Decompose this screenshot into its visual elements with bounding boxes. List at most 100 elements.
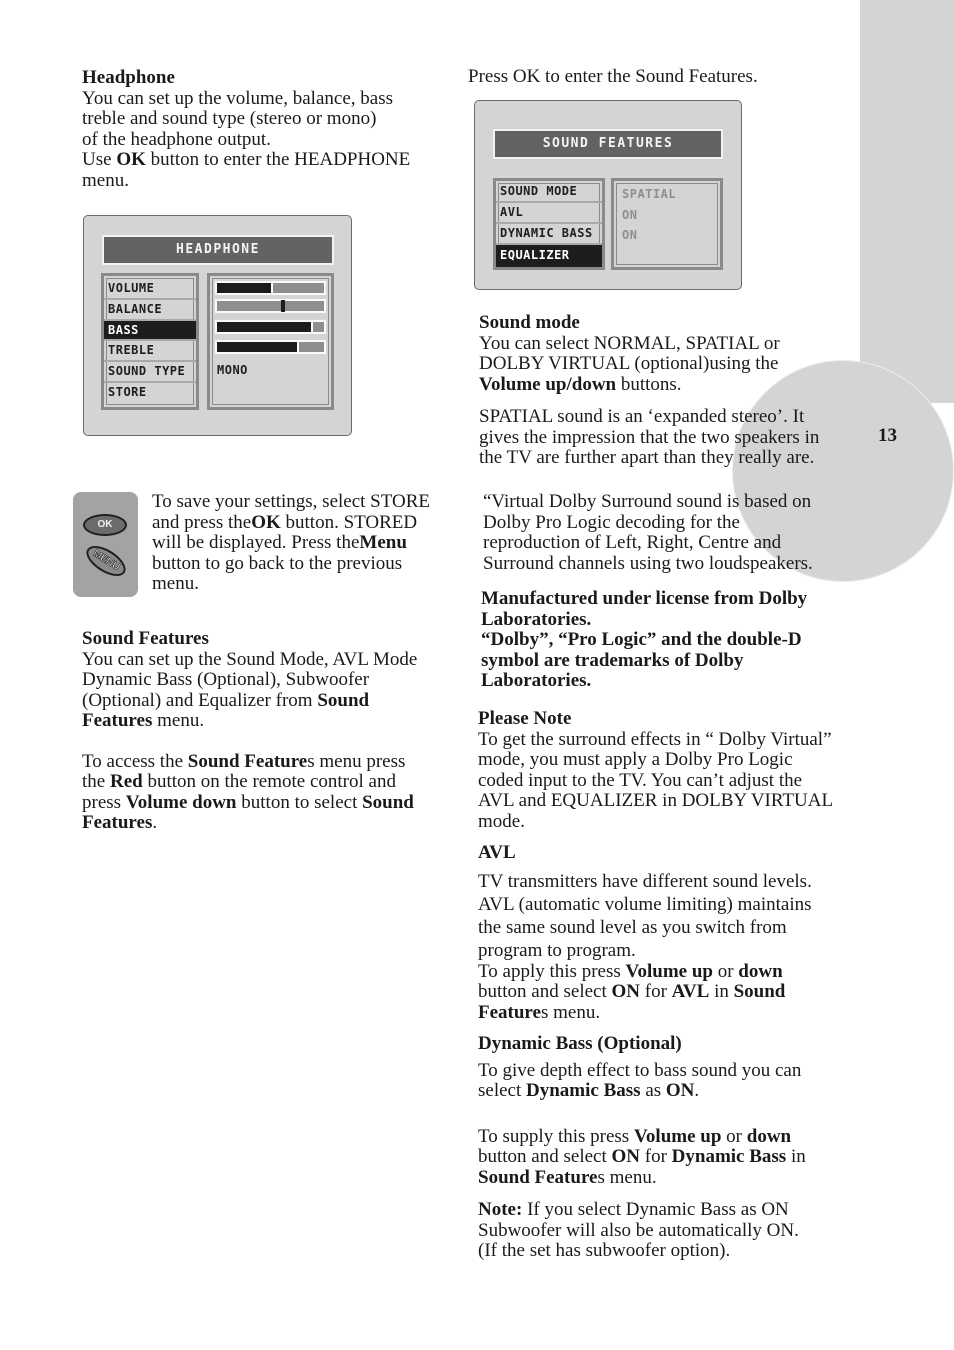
text-line: Note: If you select Dynamic Bass as ON [478, 1199, 806, 1221]
text: (Optional) and Equalizer from [82, 689, 318, 711]
headphone-line: treble and sound type (stereo or mono) [82, 108, 377, 129]
headphone-menu-values: MONO [207, 273, 334, 410]
menu-item-bass[interactable]: BASS [104, 321, 196, 341]
bass-level-bar[interactable] [215, 320, 326, 334]
dynamic-bass-section: Dynamic Bass (Optional) To give depth ef… [478, 1033, 806, 1262]
sound-features-heading: Sound Features [82, 628, 209, 649]
bold-text: Dynamic Bass [671, 1146, 787, 1167]
text: for [640, 1146, 672, 1167]
menu-item-volume[interactable]: VOLUME [104, 279, 196, 300]
text-line: Surround channels using two loudspeakers… [483, 552, 813, 574]
balance-marker [281, 300, 286, 312]
text-line: button and select ON for Dynamic Bass in [478, 1146, 806, 1168]
text: button to enter the HEADPHONE [145, 149, 411, 170]
menu-item-balance[interactable]: BALANCE [104, 300, 196, 321]
text-line: Manufactured under license from Dolby [481, 588, 808, 609]
text-line: mode. [478, 810, 525, 832]
text-line: DOLBY VIRTUAL (optional)using the [479, 353, 779, 374]
text-line: Features. [82, 812, 417, 834]
text-line: press Volume down button to select Sound [82, 791, 417, 814]
sound-type-value: MONO [217, 363, 248, 377]
sound-mode-section: Sound mode You can select NORMAL, SPATIA… [479, 312, 820, 469]
text: Use [82, 149, 117, 170]
bold-text: ON [611, 981, 641, 1002]
dynamic-bass-heading: Dynamic Bass (Optional) [478, 1033, 682, 1054]
bar-track [217, 342, 324, 352]
text: buttons. [616, 373, 682, 395]
text-line: the same sound level as you switch from [478, 916, 787, 938]
text: button and select [478, 981, 612, 1002]
bold-text: AVL [671, 981, 710, 1002]
text: s menu. [597, 1166, 657, 1188]
text-line: the TV are further apart than they reall… [479, 447, 815, 468]
text: and press the [152, 511, 252, 533]
text-line: To get the surround effects in “ Dolby V… [478, 728, 832, 750]
text-line: reproduction of Left, Right, Centre and [483, 532, 782, 553]
bold-text: Red [109, 771, 143, 792]
text-line: TV transmitters have different sound lev… [478, 870, 812, 892]
bold-text: down [738, 960, 783, 982]
treble-level-bar[interactable] [215, 340, 326, 354]
headphone-section: Headphone You can set up the volume, bal… [82, 67, 411, 191]
sound-features-intro: Press OK to enter the Sound Features. [468, 66, 758, 87]
text: select [478, 1080, 527, 1101]
menu-item-store[interactable]: STORE [104, 383, 196, 404]
text-line: “Dolby”, “Pro Logic” and the double-D [481, 629, 802, 650]
bold-text: Dynamic Bass [526, 1080, 641, 1101]
headphone-menu-title: HEADPHONE [102, 235, 334, 265]
page-edge-tab [860, 0, 954, 403]
bold-text: Volume up [625, 960, 713, 982]
page-number: 13 [878, 425, 897, 446]
virtual-dolby-section: “Virtual Dolby Surround sound is based o… [483, 491, 813, 574]
volume-level-fill [217, 283, 273, 293]
headphone-heading: Headphone [82, 67, 175, 88]
text-line: Features menu. [82, 710, 417, 732]
text-line: gives the impression that the two speake… [479, 426, 820, 448]
bass-level-fill [217, 322, 314, 332]
text-line: To apply this press Volume up or down [478, 960, 812, 983]
avl-section: AVL TV transmitters have different sound… [478, 842, 812, 1024]
volume-level-bar[interactable] [215, 281, 326, 295]
headphone-menu-screen: HEADPHONE VOLUME BALANCE BASS TREBLE SOU… [83, 215, 352, 436]
bold-text: Sound [317, 689, 370, 711]
text-line: Volume up/down buttons. [479, 373, 819, 396]
text: s menu press [307, 750, 406, 772]
text-line: Dynamic Bass (Optional), Subwoofer [82, 669, 370, 690]
text-line: Features menu. [478, 1002, 812, 1024]
bold-text: Sound Feature [187, 750, 308, 772]
text-line: AVL and EQUALIZER in DOLBY VIRTUAL [478, 790, 834, 811]
text-line: AVL (automatic volume limiting) maintain… [478, 893, 812, 915]
menu-item-sound-type[interactable]: SOUND TYPE [104, 362, 196, 383]
menu-item-avl[interactable]: AVL [496, 203, 602, 224]
text-line: mode, you must apply a Dolby Pro Logic [478, 749, 793, 770]
menu-item-treble[interactable]: TREBLE [104, 341, 196, 362]
text-line: Laboratories. [481, 670, 592, 691]
menu-item-dynamic-bass[interactable]: DYNAMIC BASS [496, 224, 602, 245]
bold-text: Sound [362, 791, 414, 813]
headphone-line: of the headphone output. [82, 128, 271, 150]
avl-value: ON [622, 208, 638, 222]
text: will be displayed. Press the [152, 532, 360, 553]
text: To access the [82, 750, 188, 772]
bold-text: Volume up [633, 1125, 722, 1147]
menu-item-sound-mode[interactable]: SOUND MODE [496, 182, 602, 203]
text-line: SPATIAL sound is an ‘expanded stereo’. I… [479, 406, 805, 427]
text: or [712, 960, 739, 982]
balance-level-bar[interactable] [215, 299, 326, 313]
text: . [152, 812, 158, 833]
sound-features-menu-values: SPATIAL ON ON [611, 178, 723, 270]
store-line: To save your settings, select STORE [152, 491, 431, 512]
text-line: To give depth effect to bass sound you c… [478, 1059, 802, 1081]
text-line: You can select NORMAL, SPATIAL or [479, 332, 780, 354]
text: button to select [236, 791, 363, 813]
sound-features-menu-screen: SOUND FEATURES SOUND MODE AVL DYNAMIC BA… [474, 100, 742, 290]
text-line: the Red button on the remote control and [82, 771, 417, 793]
text: If you select Dynamic Bass as ON [522, 1199, 789, 1220]
store-line: and press theOK button. STORED [152, 511, 430, 534]
menu-item-equalizer[interactable]: EQUALIZER [496, 245, 602, 267]
store-note: To save your settings, select STORE and … [152, 491, 431, 595]
bold-text: Volume up/down [479, 373, 617, 395]
store-line: will be displayed. Press theMenu [152, 532, 430, 554]
text-line: To supply this press Volume up or down [478, 1125, 806, 1148]
